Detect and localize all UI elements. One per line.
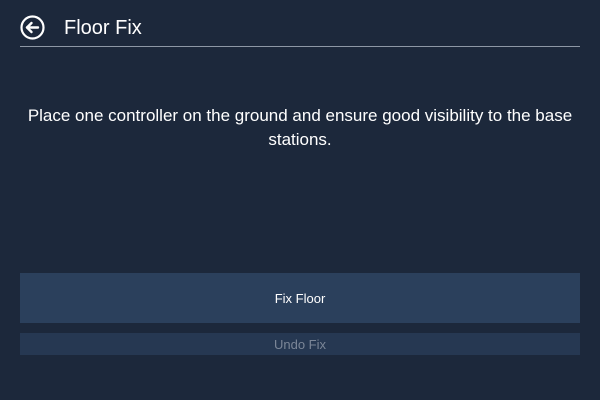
undo-fix-button[interactable]: Undo Fix [20, 333, 580, 355]
fix-floor-button[interactable]: Fix Floor [20, 273, 580, 323]
back-button[interactable] [20, 15, 45, 40]
undo-fix-label: Undo Fix [273, 336, 327, 352]
header: Floor Fix [20, 10, 580, 47]
page-title: Floor Fix [64, 17, 142, 39]
back-arrow-circle-icon [20, 15, 45, 40]
floor-fix-panel: Floor Fix Place one controller on the gr… [0, 0, 600, 400]
fix-floor-label: Fix Floor [274, 290, 326, 306]
instruction-text: Place one controller on the ground and e… [27, 106, 573, 149]
